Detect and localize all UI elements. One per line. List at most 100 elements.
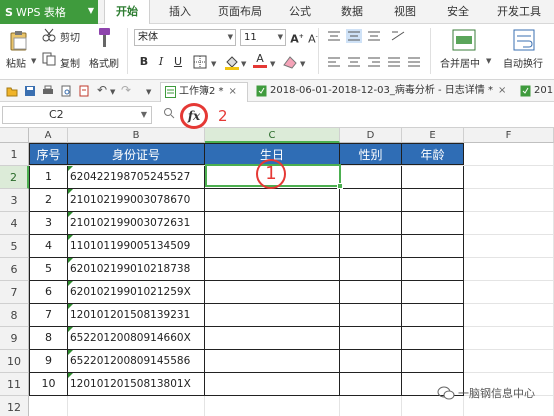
gender-cell[interactable] (340, 350, 402, 373)
chevron-down-icon[interactable]: ▼ (110, 88, 115, 96)
column-header-a[interactable]: A (29, 128, 68, 143)
font-color-button[interactable]: A (253, 52, 267, 68)
chevron-down-icon[interactable]: ▼ (211, 60, 216, 68)
insert-function-button[interactable]: fx (180, 103, 208, 129)
wrap-text-button[interactable]: 自动换行 (503, 55, 543, 70)
fill-color-icon[interactable] (224, 54, 240, 70)
birthday-cell[interactable] (205, 281, 340, 304)
undo-icon[interactable]: ↶ (97, 83, 109, 97)
id-number-cell[interactable]: 652201200809145586 (68, 350, 205, 373)
id-number-cell[interactable]: 65220120080914660X (68, 327, 205, 350)
doc-tab-workbook2[interactable]: 工作簿2 * × (160, 82, 248, 102)
doc-tab-201[interactable]: 201 (516, 82, 554, 102)
chevron-down-icon[interactable]: ▼ (300, 60, 305, 68)
merge-center-button[interactable]: 合并居中 (440, 55, 480, 70)
wrap-text-icon[interactable] (513, 29, 535, 51)
index-cell[interactable]: 4 (29, 235, 68, 258)
id-number-cell[interactable]: 620102199010218738 (68, 258, 205, 281)
border-icon[interactable] (193, 55, 209, 70)
id-number-cell[interactable]: 210102199003072631 (68, 212, 205, 235)
column-header-c[interactable]: C (205, 128, 340, 143)
chevron-down-icon[interactable]: ▼ (241, 60, 246, 68)
birthday-cell[interactable] (205, 304, 340, 327)
gender-cell[interactable] (340, 281, 402, 304)
fill-handle[interactable] (337, 183, 343, 189)
tab-page-layout[interactable]: 页面布局 (210, 0, 270, 24)
header-cell-gender[interactable]: 性别 (340, 143, 402, 165)
row-header-8[interactable]: 8 (0, 304, 29, 327)
align-middle-icon[interactable] (346, 29, 362, 43)
row-header-2[interactable]: 2 (0, 166, 29, 189)
paste-icon[interactable] (8, 29, 30, 51)
index-cell[interactable]: 1 (29, 166, 68, 189)
gender-cell[interactable] (340, 327, 402, 350)
gender-cell[interactable] (340, 373, 402, 396)
align-right-icon[interactable] (366, 56, 382, 68)
orientation-icon[interactable] (390, 30, 406, 42)
index-cell[interactable]: 9 (29, 350, 68, 373)
index-cell[interactable]: 7 (29, 304, 68, 327)
chevron-down-icon[interactable]: ▼ (31, 57, 36, 65)
tab-developer[interactable]: 开发工具 (488, 0, 550, 24)
gender-cell[interactable] (340, 235, 402, 258)
row-header-1[interactable]: 1 (0, 143, 29, 166)
copy-icon[interactable] (42, 52, 56, 66)
index-cell[interactable]: 10 (29, 373, 68, 396)
id-number-cell[interactable]: 110101199005134509 (68, 235, 205, 258)
print-icon[interactable] (42, 85, 54, 97)
id-number-cell[interactable]: 12010120150813801X (68, 373, 205, 396)
gender-cell[interactable] (340, 189, 402, 212)
select-all-corner[interactable] (0, 128, 29, 143)
birthday-cell[interactable] (205, 212, 340, 235)
formula-input[interactable] (212, 106, 552, 124)
export-pdf-icon[interactable] (78, 85, 90, 97)
row-header-12[interactable]: 12 (0, 396, 29, 416)
justify-icon[interactable] (386, 56, 402, 68)
align-top-icon[interactable] (326, 30, 342, 42)
chevron-down-icon[interactable]: ▼ (146, 88, 151, 96)
age-cell[interactable] (402, 189, 464, 212)
folder-icon[interactable] (6, 85, 18, 97)
index-cell[interactable]: 8 (29, 327, 68, 350)
birthday-cell[interactable] (205, 350, 340, 373)
age-cell[interactable] (402, 166, 464, 189)
header-cell-index[interactable]: 序号 (29, 143, 68, 165)
redo-icon[interactable]: ↷ (121, 83, 133, 97)
row-header-5[interactable]: 5 (0, 235, 29, 258)
gender-cell[interactable] (340, 212, 402, 235)
column-header-f[interactable]: F (464, 128, 554, 143)
column-header-d[interactable]: D (340, 128, 402, 143)
birthday-cell[interactable] (205, 189, 340, 212)
birthday-cell[interactable] (205, 235, 340, 258)
row-header-9[interactable]: 9 (0, 327, 29, 350)
row-header-6[interactable]: 6 (0, 258, 29, 281)
app-menu-button[interactable]: S WPS 表格 ▼ (0, 0, 98, 24)
birthday-cell[interactable] (205, 258, 340, 281)
age-cell[interactable] (402, 327, 464, 350)
underline-button[interactable]: U (171, 54, 185, 70)
id-number-cell[interactable]: 620422198705245527 (68, 166, 205, 189)
align-bottom-icon[interactable] (366, 30, 382, 42)
tab-security[interactable]: 安全 (438, 0, 478, 24)
zoom-icon[interactable] (163, 107, 175, 119)
chevron-down-icon[interactable]: ▼ (486, 57, 491, 65)
scissors-icon[interactable] (42, 28, 56, 42)
tab-data[interactable]: 数据 (332, 0, 372, 24)
id-number-cell[interactable]: 120101201508139231 (68, 304, 205, 327)
age-cell[interactable] (402, 212, 464, 235)
gender-cell[interactable] (340, 166, 402, 189)
index-cell[interactable]: 3 (29, 212, 68, 235)
format-painter-button[interactable]: 格式刷 (89, 55, 119, 70)
font-size-select[interactable]: 11 ▼ (240, 29, 286, 46)
index-cell[interactable]: 2 (29, 189, 68, 212)
bold-button[interactable]: B (137, 54, 151, 70)
italic-button[interactable]: I (154, 54, 168, 70)
index-cell[interactable]: 5 (29, 258, 68, 281)
copy-button[interactable]: 复制 (60, 55, 80, 70)
name-box[interactable]: C2 ▼ (2, 106, 152, 124)
format-painter-icon[interactable] (94, 27, 112, 49)
header-cell-id-number[interactable]: 身份证号 (68, 143, 205, 165)
column-header-b[interactable]: B (68, 128, 205, 143)
font-name-select[interactable]: 宋体 ▼ (134, 29, 236, 46)
age-cell[interactable] (402, 350, 464, 373)
